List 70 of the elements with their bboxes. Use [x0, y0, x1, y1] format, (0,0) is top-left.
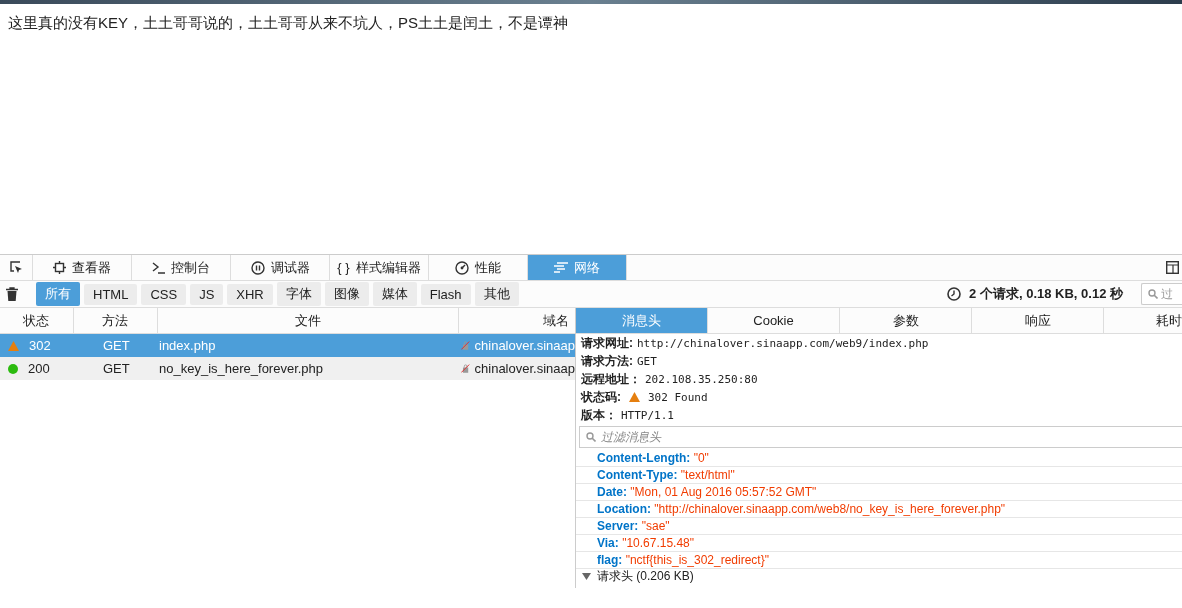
- summary-value: 202.108.35.250:80: [645, 372, 758, 386]
- filter-button[interactable]: JS: [190, 283, 224, 305]
- summary-value: HTTP/1.1: [621, 408, 674, 422]
- status-code: 200: [28, 361, 50, 376]
- summary-value: GET: [637, 354, 657, 368]
- tab-label: 样式编辑器: [355, 258, 421, 277]
- header-entry: Server: "sae": [597, 519, 670, 533]
- status-dot-icon: [8, 363, 18, 374]
- element-picker-icon[interactable]: [9, 261, 23, 274]
- details-tab[interactable]: 参数: [840, 308, 972, 333]
- domain-cell: chinalover.sinaap: [474, 338, 575, 353]
- header-entry: Content-Length: "0": [597, 451, 709, 465]
- column-header[interactable]: 域名: [458, 308, 575, 333]
- warning-icon: [629, 391, 640, 402]
- gauge-icon: [455, 260, 469, 275]
- summary-value: http://chinalover.sinaapp.com/web9/index.php: [637, 336, 929, 350]
- header-entry: Content-Type: "text/html": [597, 468, 735, 482]
- devtools-tab[interactable]: 控制台: [132, 255, 231, 280]
- devtools-tab[interactable]: { } 样式编辑器: [330, 255, 429, 280]
- summary-label: 请求网址:: [581, 334, 633, 352]
- summary-value: 302 Found: [648, 390, 708, 404]
- filter-button[interactable]: HTML: [84, 283, 138, 305]
- summary-label: 远程地址：: [581, 370, 641, 388]
- column-header[interactable]: 方法: [73, 308, 159, 333]
- network-icon: [554, 262, 568, 273]
- search-icon: [1148, 289, 1158, 299]
- inspector-icon: [53, 261, 66, 274]
- filter-button[interactable]: CSS: [141, 283, 187, 305]
- warning-icon: [8, 340, 19, 351]
- details-tab[interactable]: Cookie: [708, 308, 840, 333]
- filter-button[interactable]: XHR: [227, 283, 273, 305]
- console-icon: [152, 261, 165, 274]
- search-icon: [586, 432, 596, 442]
- summary-label: 版本：: [581, 406, 617, 424]
- file-cell: index.php: [159, 338, 216, 353]
- filter-button[interactable]: 图像: [324, 282, 369, 306]
- method-cell: GET: [103, 338, 130, 353]
- trash-icon[interactable]: [6, 287, 18, 301]
- request-row[interactable]: 200 GET no_key_is_here_forever.php chinalover.sinaap: [0, 357, 575, 380]
- file-cell: no_key_is_here_forever.php: [159, 361, 324, 376]
- summary-label: 请求方法:: [581, 352, 633, 370]
- details-tab[interactable]: 耗时: [1104, 308, 1182, 333]
- section-label: 请求头 (0.206 KB): [597, 568, 694, 585]
- braces-glyph: { }: [337, 260, 350, 275]
- dock-icon[interactable]: [1165, 261, 1179, 274]
- filter-headers-field[interactable]: 过滤消息头: [579, 426, 1182, 448]
- column-header[interactable]: 状态: [0, 308, 74, 333]
- devtools-tab[interactable]: 查看器: [33, 255, 132, 280]
- page-message: 这里真的没有KEY，土土哥哥说的，土土哥哥从来不坑人，PS土土是闰土，不是谭神: [8, 14, 570, 33]
- header-entry: flag: "nctf{this_is_302_redirect}": [597, 553, 769, 567]
- filter-button[interactable]: 媒体: [372, 282, 417, 306]
- summary-label: 状态码:: [581, 388, 621, 406]
- devtools-tab[interactable]: 调试器: [231, 255, 330, 280]
- header-entry: Via: "10.67.15.48": [597, 536, 695, 550]
- clock-icon: [947, 287, 962, 301]
- header-entry: Location: "http://chinalover.sinaapp.com/web8/no_key_is_here_forever.php": [597, 502, 1006, 516]
- request-summary: 2 个请求, 0.18 KB, 0.12 秒: [969, 285, 1123, 303]
- insecure-lock-icon: [461, 339, 470, 352]
- status-code: 302: [29, 338, 51, 353]
- details-tab[interactable]: 响应: [972, 308, 1104, 333]
- header-entry: Date: "Mon, 01 Aug 2016 05:57:52 GMT": [597, 485, 817, 499]
- insecure-lock-icon: [461, 362, 470, 375]
- filter-button[interactable]: 字体: [276, 282, 321, 306]
- method-cell: GET: [103, 361, 130, 376]
- filter-button[interactable]: Flash: [420, 283, 471, 305]
- filter-button[interactable]: 其他: [474, 282, 519, 306]
- section-header[interactable]: 请求头 (0.206 KB): [576, 569, 1182, 584]
- column-header[interactable]: 文件: [158, 308, 459, 333]
- pause-icon: [250, 260, 265, 275]
- domain-cell: chinalover.sinaap: [474, 361, 575, 376]
